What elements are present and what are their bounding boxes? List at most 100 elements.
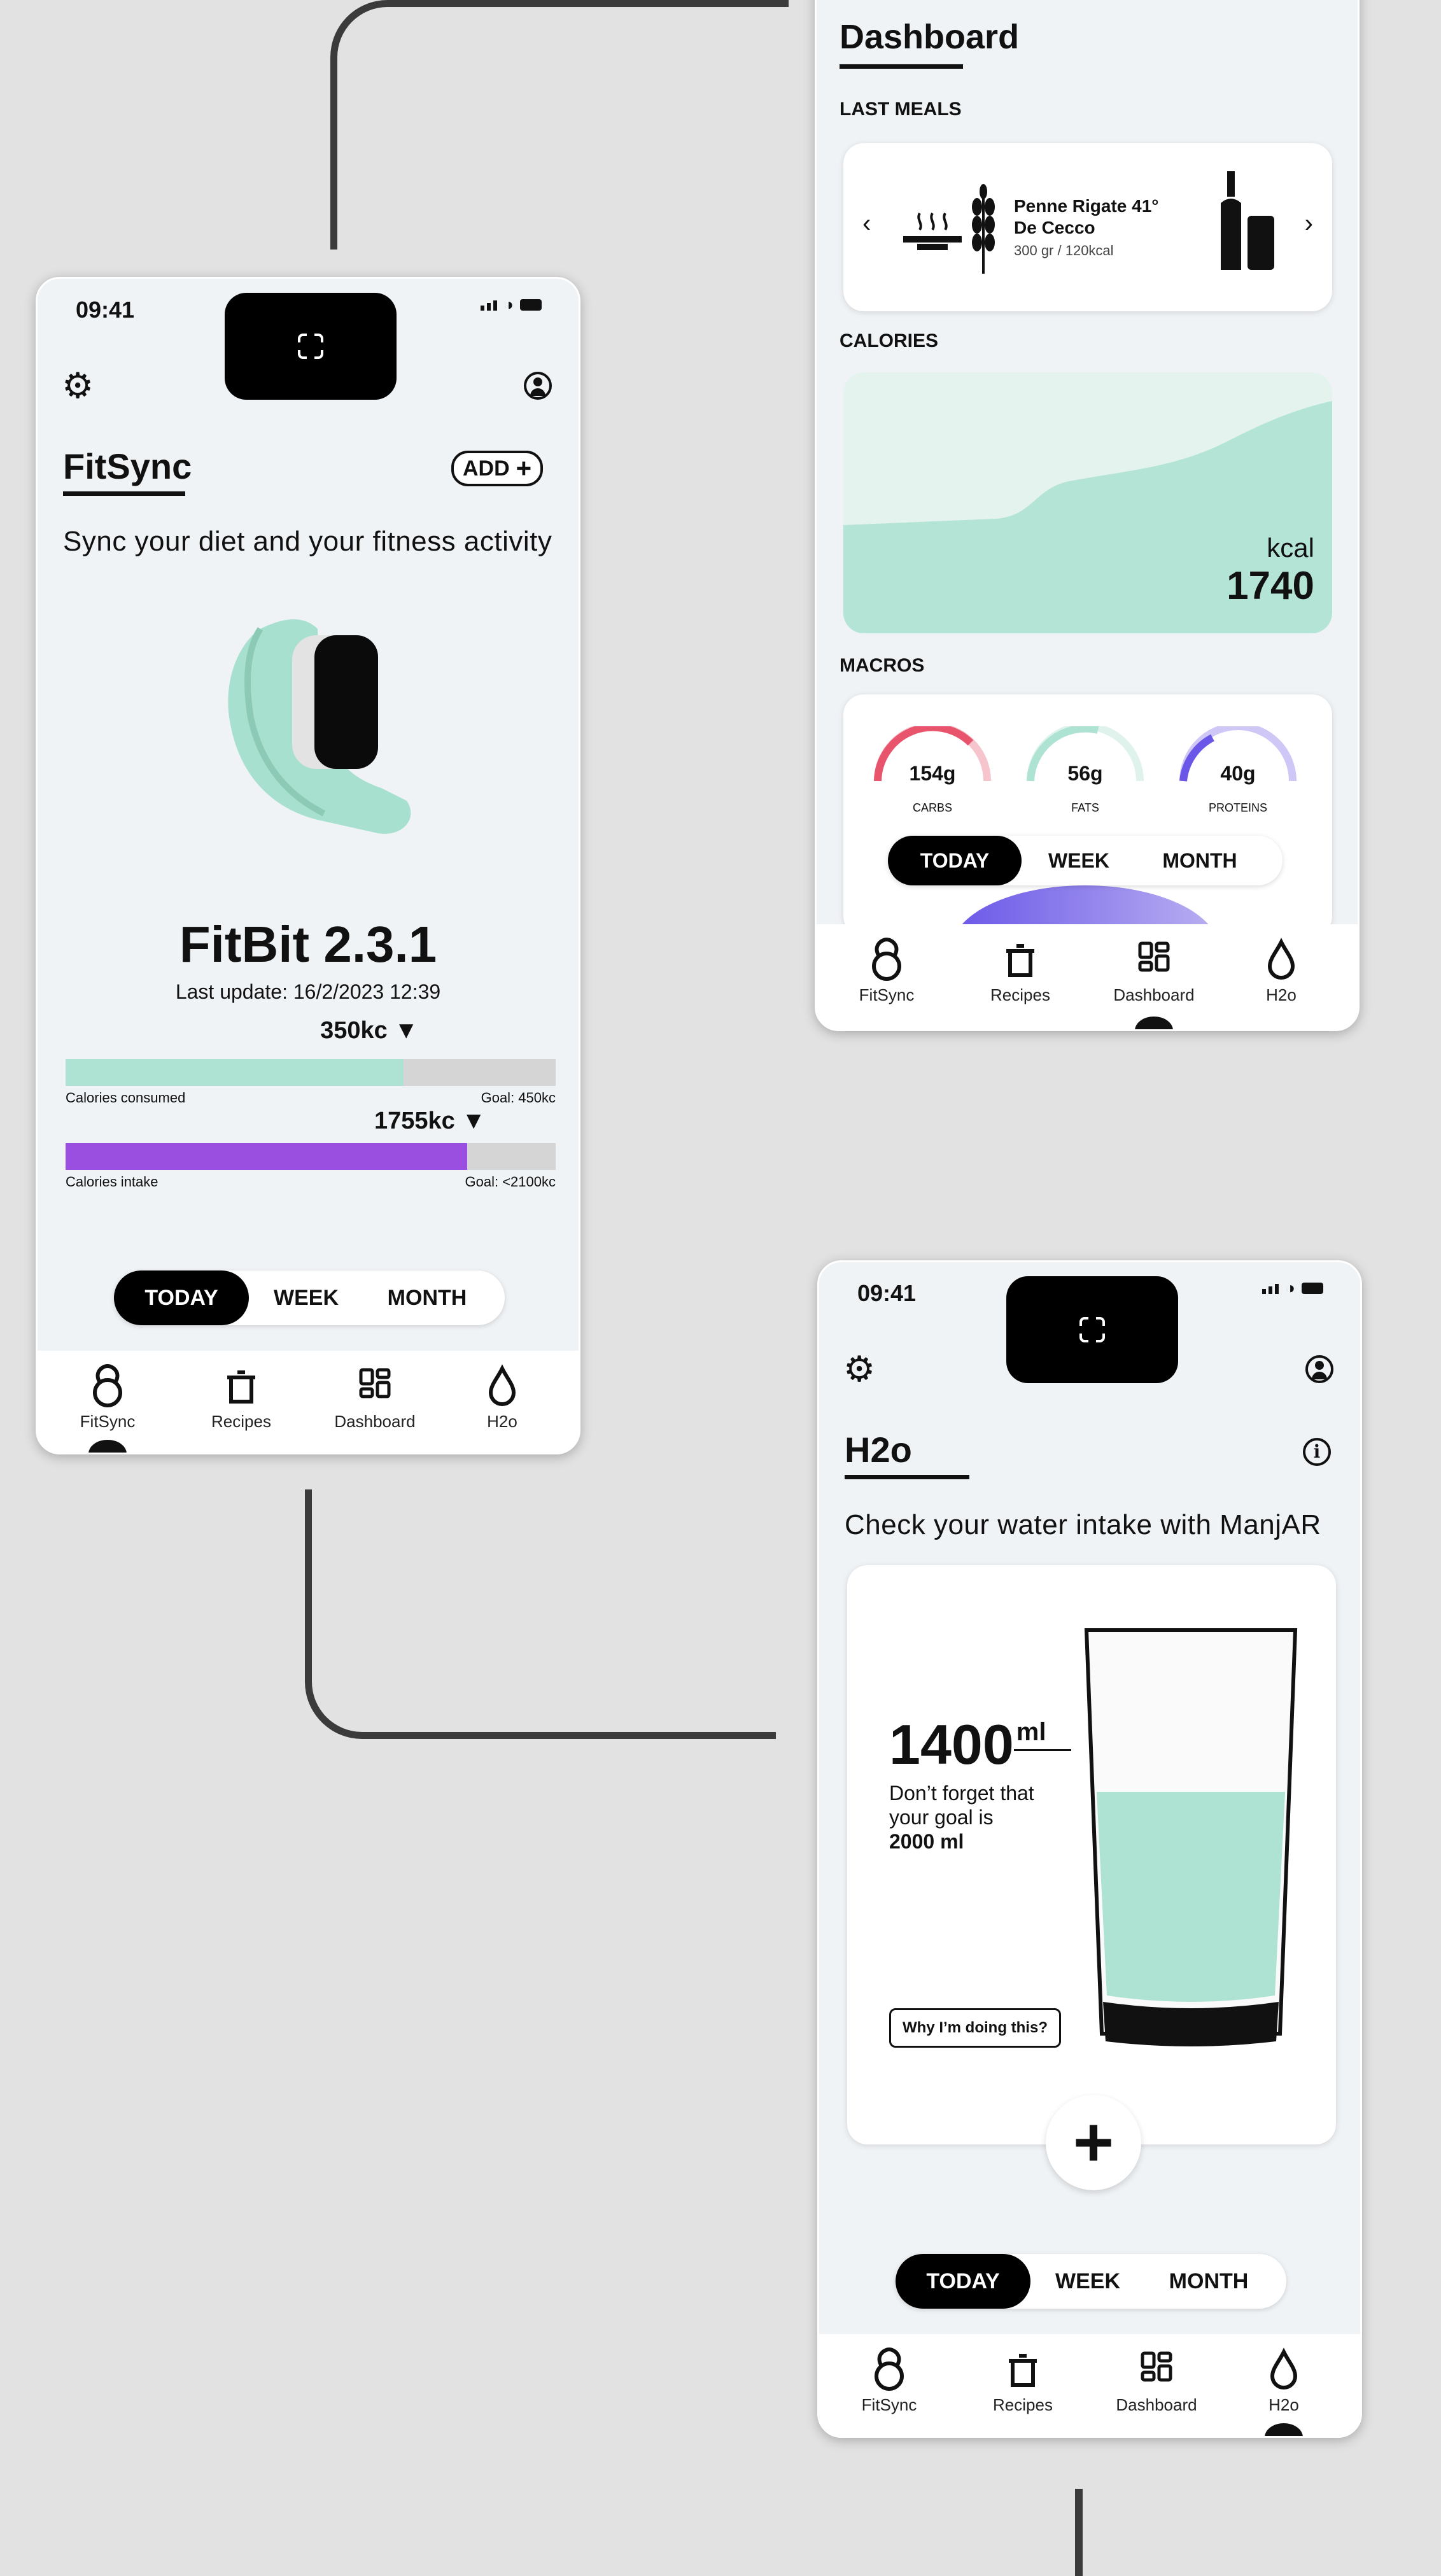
- water-amount-unit: ml: [1013, 1718, 1072, 1751]
- water-card: 1400 ml Don’t forget that your goal is 2…: [847, 1565, 1336, 2190]
- kettlebell-icon: [875, 2347, 904, 2391]
- nav-label: H2o: [487, 1412, 517, 1431]
- progress-fill: [66, 1059, 404, 1086]
- nav-label: Recipes: [993, 2395, 1053, 2414]
- progress-label: Calories intake: [66, 1174, 158, 1190]
- status-time: 09:41: [76, 297, 135, 323]
- nav-item-dashboard[interactable]: Dashboard: [324, 1363, 426, 1432]
- nav-label: Recipes: [990, 985, 1050, 1004]
- scan-icon: [297, 332, 325, 360]
- nav-item-recipes[interactable]: Recipes: [972, 2347, 1074, 2415]
- plus-icon: +: [1072, 2103, 1114, 2181]
- nav-label: FitSync: [80, 1412, 136, 1431]
- plus-icon: +: [516, 453, 532, 483]
- nav-item-fitsync[interactable]: FitSync: [838, 2347, 940, 2415]
- kettlebell-icon: [93, 1363, 122, 1407]
- battery-icon: [520, 299, 542, 311]
- pot-icon: [1009, 2354, 1037, 2387]
- calories-card: kcal 1740: [843, 372, 1332, 633]
- pot-icon: [1006, 944, 1034, 977]
- water-drop-icon: [1267, 938, 1295, 980]
- reminder-line-2: your goal is: [889, 1806, 994, 1829]
- progress-fill: [66, 1143, 468, 1170]
- dynamic-island: [1006, 1276, 1178, 1383]
- segment-month[interactable]: MONTH: [1145, 2254, 1272, 2309]
- nav-item-fitsync[interactable]: FitSync: [836, 937, 938, 1005]
- info-icon[interactable]: i: [1303, 1438, 1331, 1466]
- profile-icon[interactable]: [524, 372, 552, 400]
- progress-track: [66, 1143, 556, 1170]
- progress-goal: Goal: 450kc: [481, 1090, 556, 1106]
- progress-calories-consumed: 350kc ▼ Calories consumed Goal: 450kc: [66, 1017, 556, 1106]
- nav-label: FitSync: [859, 985, 915, 1004]
- macro-value: 40g: [1220, 762, 1256, 785]
- nav-item-dashboard[interactable]: Dashboard: [1106, 2347, 1207, 2415]
- add-button-label: ADD: [463, 456, 510, 481]
- h2o-screen: 09:41 ◑ ⚙ H2o i Check your water intake …: [817, 1260, 1362, 2438]
- grid-icon: [1141, 2351, 1172, 2382]
- nav-item-recipes[interactable]: Recipes: [190, 1363, 292, 1432]
- active-tab-indicator: [1135, 1017, 1173, 1029]
- nav-label: Dashboard: [1116, 2395, 1197, 2414]
- nav-item-h2o[interactable]: H2o: [451, 1363, 553, 1432]
- segment-month[interactable]: MONTH: [1136, 836, 1263, 885]
- progress-marker: 350kc ▼: [320, 1017, 418, 1045]
- page-subtitle: Check your water intake with ManjAR: [845, 1509, 1321, 1540]
- meal-name: Penne Rigate 41° De Cecco: [1014, 196, 1159, 237]
- title-underline: [845, 1475, 969, 1479]
- page-title: FitSync: [63, 446, 192, 486]
- segment-today[interactable]: TODAY: [896, 2254, 1030, 2309]
- nav-label: FitSync: [861, 2395, 917, 2414]
- nav-item-fitsync[interactable]: FitSync: [57, 1363, 158, 1432]
- last-meal-card[interactable]: ‹ Penne Rigate 41° De Cecco 300 gr / 120…: [843, 143, 1332, 311]
- steaming-plate-icon: [903, 212, 962, 250]
- bottles-icon: [1221, 171, 1274, 270]
- nav-label: H2o: [1269, 2395, 1299, 2414]
- last-meals-label: LAST MEALS: [840, 99, 962, 120]
- settings-gear-icon[interactable]: ⚙: [62, 368, 94, 404]
- nav-item-dashboard[interactable]: Dashboard: [1103, 937, 1205, 1005]
- segment-week[interactable]: WEEK: [1030, 2254, 1145, 2309]
- segment-week[interactable]: WEEK: [249, 1270, 363, 1325]
- bottom-nav: FitSync Recipes Dashboard H2o: [817, 924, 1358, 1029]
- signal-icon: [481, 300, 498, 311]
- page-title: Dashboard: [840, 18, 1020, 56]
- segment-week[interactable]: WEEK: [1022, 836, 1136, 885]
- scan-icon: [1078, 1316, 1106, 1344]
- grid-icon: [359, 1368, 391, 1398]
- settings-gear-icon[interactable]: ⚙: [843, 1351, 875, 1387]
- title-underline: [63, 491, 185, 496]
- why-button[interactable]: Why I’m doing this?: [889, 2008, 1061, 2048]
- status-time: 09:41: [857, 1280, 917, 1306]
- nav-item-h2o[interactable]: H2o: [1233, 2347, 1335, 2415]
- macro-value: 56g: [1067, 762, 1103, 785]
- macro-value: 154g: [909, 762, 956, 785]
- signal-icon: [1262, 1284, 1279, 1294]
- profile-icon[interactable]: [1305, 1355, 1333, 1383]
- add-button[interactable]: ADD +: [451, 451, 544, 486]
- meal-detail: 300 gr / 120kcal: [1014, 243, 1114, 258]
- nav-item-recipes[interactable]: Recipes: [969, 937, 1071, 1005]
- wifi-icon: ◑: [1285, 1278, 1295, 1297]
- chevron-left-icon[interactable]: ‹: [862, 209, 871, 238]
- page-subtitle: Sync your diet and your fitness activity: [63, 526, 552, 557]
- nav-label: Dashboard: [334, 1412, 416, 1431]
- wheat-icon: [972, 184, 995, 274]
- progress-track: [66, 1059, 556, 1086]
- nav-label: Recipes: [211, 1412, 271, 1431]
- segment-today[interactable]: TODAY: [888, 836, 1022, 885]
- wifi-icon: ◑: [503, 295, 514, 314]
- segment-month[interactable]: MONTH: [363, 1270, 491, 1325]
- triangle-down-icon: ▼: [394, 1017, 418, 1044]
- period-selector: TODAY WEEK MONTH: [896, 2254, 1286, 2309]
- macro-name: FATS: [1071, 801, 1099, 814]
- macro-carbs: 154g CARBS: [869, 722, 996, 822]
- nav-label: H2o: [1266, 985, 1297, 1004]
- period-selector: TODAY WEEK MONTH: [888, 836, 1283, 885]
- water-glass-image: [1084, 1628, 1298, 2046]
- chevron-right-icon[interactable]: ›: [1305, 209, 1313, 238]
- add-water-button[interactable]: +: [1046, 2095, 1141, 2190]
- nav-item-h2o[interactable]: H2o: [1230, 937, 1332, 1005]
- segment-today[interactable]: TODAY: [114, 1270, 249, 1325]
- connector-top: [330, 0, 789, 250]
